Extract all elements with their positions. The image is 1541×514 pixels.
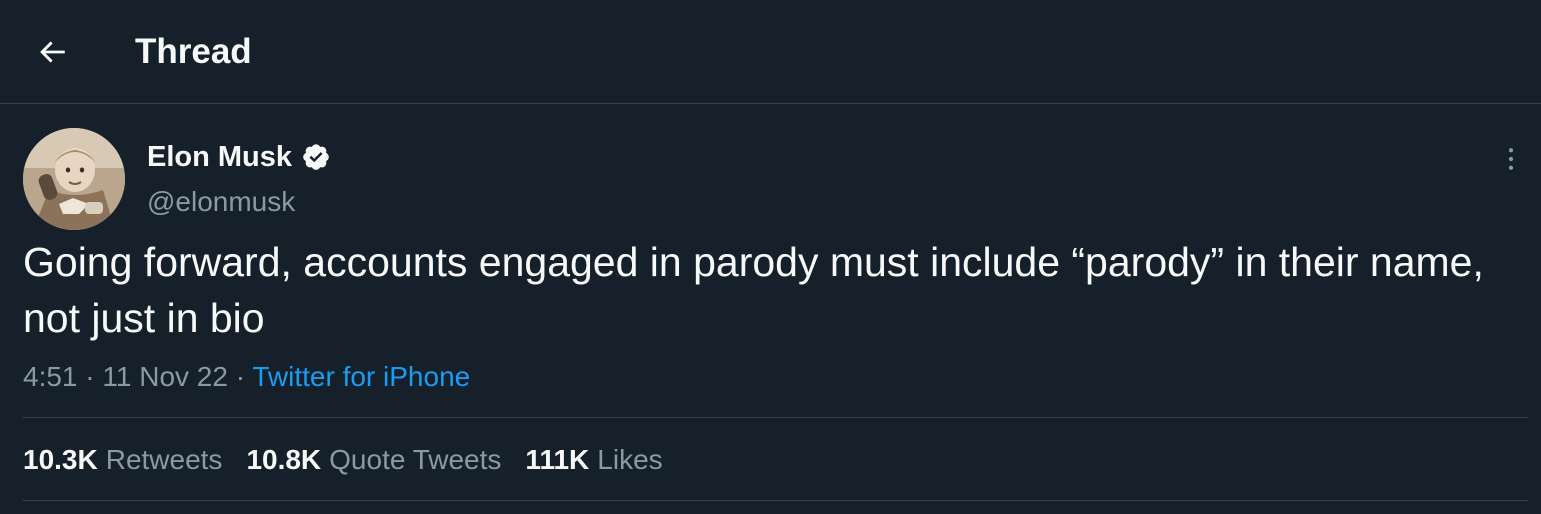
quote-tweets-count: 10.8K <box>246 444 322 475</box>
page-title: Thread <box>135 32 252 71</box>
tweet-source-link[interactable]: Twitter for iPhone <box>252 361 470 392</box>
likes-count: 111K <box>525 444 590 475</box>
avatar-image <box>23 128 125 230</box>
likes-label: Likes <box>597 444 663 475</box>
tweet-time[interactable]: 4:51 <box>23 361 78 392</box>
author-name[interactable]: Elon Musk <box>147 138 292 176</box>
avatar[interactable] <box>23 128 125 230</box>
tweet-date[interactable]: 11 Nov 22 <box>102 361 228 392</box>
verified-badge-icon <box>301 142 331 172</box>
author-name-row[interactable]: Elon Musk <box>147 138 331 176</box>
likes-stat[interactable]: 111K Likes <box>525 441 662 479</box>
thread-header: Thread <box>0 0 1541 104</box>
tweet-meta: 4:51 · 11 Nov 22 · Twitter for iPhone <box>23 359 470 395</box>
retweets-count: 10.3K <box>23 444 98 475</box>
retweets-stat[interactable]: 10.3K Retweets <box>23 441 222 479</box>
tweet-text: Going forward, accounts engaged in parod… <box>23 239 1484 341</box>
back-button[interactable] <box>24 24 80 80</box>
quote-tweets-stat[interactable]: 10.8K Quote Tweets <box>246 441 501 479</box>
divider <box>23 500 1528 501</box>
quote-tweets-label: Quote Tweets <box>329 444 502 475</box>
meta-separator: · <box>85 361 95 392</box>
more-options-button[interactable] <box>1492 140 1530 178</box>
arrow-left-icon <box>40 41 65 63</box>
divider <box>23 417 1528 418</box>
author-handle[interactable]: @elonmusk <box>147 184 295 220</box>
retweets-label: Retweets <box>105 444 223 475</box>
more-vertical-icon <box>1508 148 1514 170</box>
tweet-stats: 10.3K Retweets 10.8K Quote Tweets 111K Like… <box>23 441 687 479</box>
meta-separator: · <box>235 361 246 392</box>
